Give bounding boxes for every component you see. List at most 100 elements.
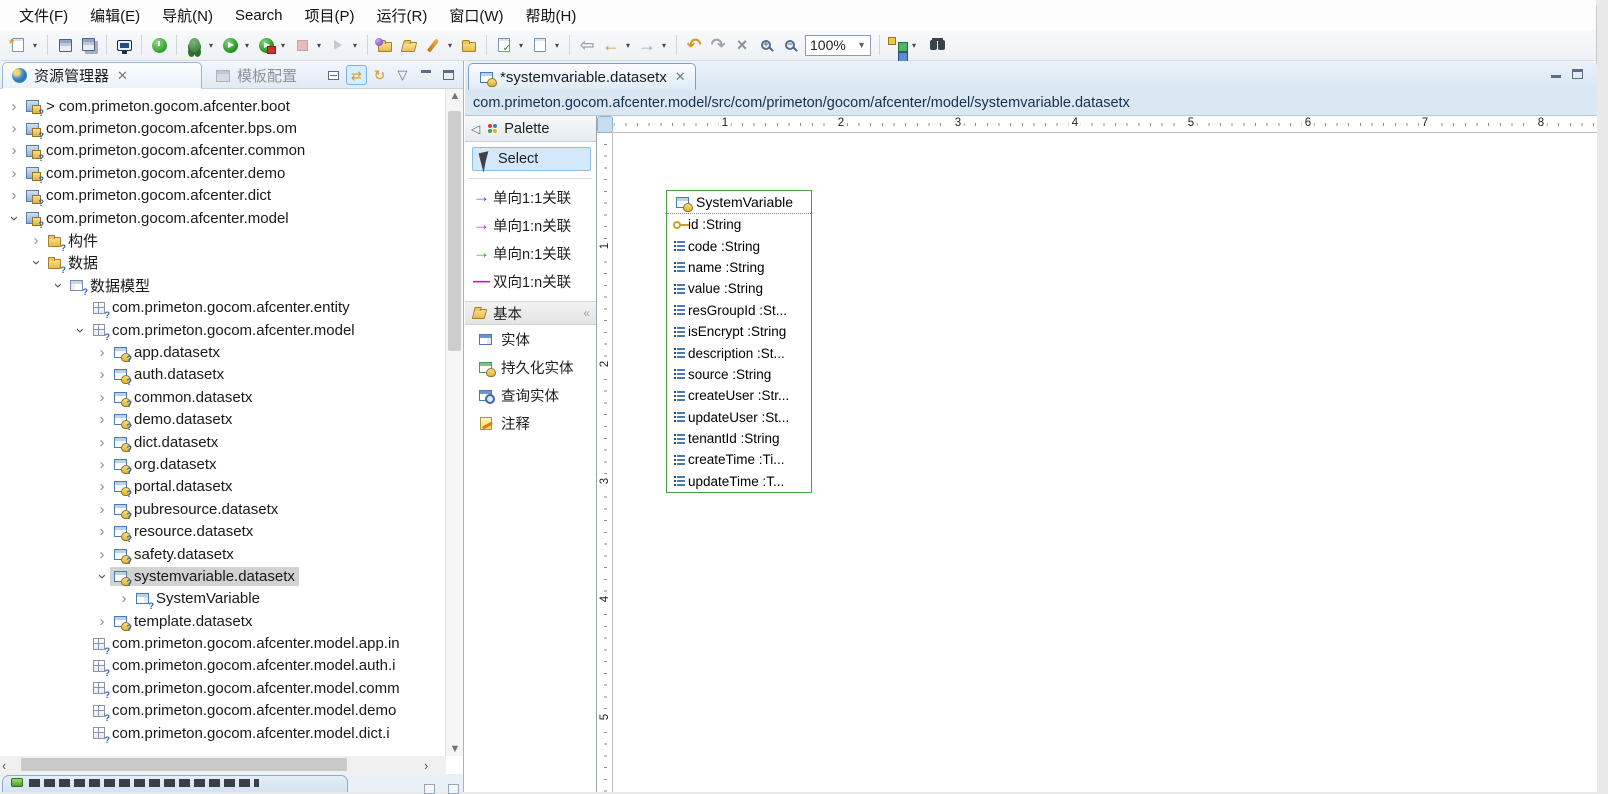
run-button[interactable] [219, 33, 241, 57]
search-button[interactable] [922, 33, 944, 57]
tree-row[interactable]: com.primeton.gocom.afcenter.model.dict.i [0, 722, 446, 744]
scrollbar-thumb[interactable] [21, 758, 347, 771]
diagram-canvas[interactable]: SystemVariable id :String code :String [613, 133, 1597, 792]
chevron-icon[interactable] [6, 187, 22, 204]
new-wizard-button[interactable] [7, 33, 29, 57]
coverage-dropdown[interactable]: ▾ [278, 33, 288, 57]
palette-relation-tool[interactable]: — 双向1:n关联 [465, 267, 596, 295]
chevron-icon[interactable] [94, 389, 110, 406]
entity-field[interactable]: resGroupId :St... [667, 300, 811, 321]
tree-row[interactable]: portal.datasetx [0, 476, 446, 498]
chevron-icon[interactable] [6, 142, 22, 159]
tree-row[interactable]: com.primeton.gocom.afcenter.model [0, 207, 446, 229]
tree-row[interactable]: com.primeton.gocom.afcenter.bps.om [0, 117, 446, 139]
back-dropdown[interactable]: ▾ [623, 33, 633, 57]
chevron-icon[interactable] [94, 344, 110, 361]
entity-header[interactable]: SystemVariable [667, 191, 811, 214]
undo-button[interactable]: ↶ [683, 33, 705, 57]
maximize-icon[interactable] [448, 784, 459, 794]
delete-button[interactable]: × [731, 33, 753, 57]
tree-row[interactable]: 数据模型 [0, 274, 446, 296]
menu-item[interactable]: 帮助(H) [515, 1, 588, 30]
entity-field[interactable]: isEncrypt :String [667, 321, 811, 342]
chevron-icon[interactable] [72, 322, 88, 339]
entity-field[interactable]: value :String [667, 278, 811, 299]
step-button[interactable] [327, 33, 349, 57]
save-all-button[interactable] [78, 33, 100, 57]
editor-tab-systemvariable[interactable]: *systemvariable.datasetx ✕ [468, 63, 696, 90]
tree-row[interactable]: template.datasetx [0, 610, 446, 632]
palette-tool[interactable]: 查询实体 [465, 381, 596, 409]
entity-field[interactable]: source :String [667, 364, 811, 385]
tree-row[interactable]: com.primeton.gocom.afcenter.model [0, 319, 446, 341]
layout-button[interactable] [886, 33, 908, 57]
debug-button[interactable] [183, 33, 205, 57]
import-folder-button[interactable] [458, 33, 480, 57]
breadcrumb[interactable]: com.primeton.gocom.afcenter.model/src/co… [465, 90, 1597, 116]
task-list-button[interactable] [493, 33, 515, 57]
entity-field[interactable]: updateUser :St... [667, 407, 811, 428]
tree-row[interactable]: app.datasetx [0, 341, 446, 363]
chevron-icon[interactable] [94, 478, 110, 495]
run-dropdown[interactable]: ▾ [242, 33, 252, 57]
forward-button[interactable]: → [636, 33, 658, 57]
open-type-button[interactable] [374, 33, 396, 57]
minimize-icon[interactable] [424, 784, 435, 794]
tree-row[interactable]: common.datasetx [0, 386, 446, 408]
chevron-icon[interactable] [6, 165, 22, 182]
open-resource-button[interactable] [398, 33, 420, 57]
maximize-icon[interactable] [1572, 69, 1583, 79]
group-pin-icon[interactable]: « [583, 306, 590, 320]
tab-resource-explorer[interactable]: 资源管理器 ✕ [2, 62, 202, 89]
entity-field[interactable]: description :St... [667, 342, 811, 363]
menu-item[interactable]: 导航(N) [151, 1, 224, 30]
chevron-icon[interactable] [94, 568, 110, 585]
close-icon[interactable]: ✕ [117, 68, 128, 84]
bottom-view-tab-partial[interactable] [2, 775, 348, 792]
entity-field[interactable]: updateTime :T... [667, 471, 811, 492]
chevron-icon[interactable] [94, 546, 110, 563]
zoom-out-button[interactable]: − [779, 33, 801, 57]
tree-row[interactable]: resource.datasetx [0, 520, 446, 542]
scroll-left-icon[interactable]: ‹ [2, 758, 6, 773]
minimize-view-button[interactable] [415, 65, 436, 85]
chevron-icon[interactable] [94, 434, 110, 451]
scrollbar-thumb[interactable] [448, 111, 461, 351]
chevron-icon[interactable] [94, 411, 110, 428]
palette-group-basic[interactable]: 基本 « [465, 301, 596, 325]
palette-collapse-icon[interactable]: ◁ [471, 122, 480, 136]
tree-row[interactable]: dict.datasetx [0, 431, 446, 453]
palette-tool[interactable]: 持久化实体 [465, 353, 596, 381]
new-wizard-dropdown[interactable]: ▾ [30, 33, 40, 57]
scroll-right-icon[interactable]: › [424, 758, 428, 773]
entity-systemvariable[interactable]: SystemVariable id :String code :String [666, 190, 812, 493]
debug-dropdown[interactable]: ▾ [206, 33, 216, 57]
refresh-button[interactable]: ↻ [369, 65, 390, 85]
layout-dropdown[interactable]: ▾ [909, 33, 919, 57]
scroll-down-icon[interactable]: ▼ [446, 742, 464, 756]
chevron-icon[interactable] [94, 501, 110, 518]
tree-row[interactable]: com.primeton.gocom.afcenter.common [0, 140, 446, 162]
maximize-view-button[interactable] [438, 65, 459, 85]
zoom-in-button[interactable]: + [755, 33, 777, 57]
zoom-level-combo[interactable]: 100% ▼ [805, 35, 871, 56]
step-dropdown[interactable]: ▾ [350, 33, 360, 57]
palette-tool[interactable]: 实体 [465, 325, 596, 353]
chevron-icon[interactable] [6, 120, 22, 137]
back-disabled-button[interactable]: ⇦ [576, 33, 598, 57]
last-edit-button[interactable] [529, 33, 551, 57]
tree-horizontal-scrollbar[interactable]: ‹ › [0, 756, 446, 774]
menu-item[interactable]: 文件(F) [8, 1, 79, 30]
stop-button[interactable] [291, 33, 313, 57]
entity-field[interactable]: id :String [667, 214, 811, 235]
forward-dropdown[interactable]: ▾ [659, 33, 669, 57]
mark-occurrences-button[interactable] [422, 33, 444, 57]
scroll-up-icon[interactable]: ▲ [446, 89, 464, 103]
chevron-icon[interactable] [6, 210, 22, 227]
palette-select-tool[interactable]: Select [472, 147, 591, 171]
task-list-dropdown[interactable]: ▾ [516, 33, 526, 57]
menu-item[interactable]: 运行(R) [366, 1, 439, 30]
coverage-button[interactable] [255, 33, 277, 57]
chevron-icon[interactable] [94, 456, 110, 473]
tree-row[interactable]: 构件 [0, 229, 446, 251]
